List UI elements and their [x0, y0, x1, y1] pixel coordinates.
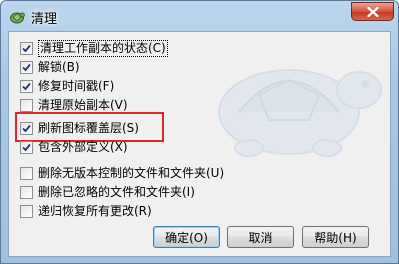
option-label: 删除已忽略的文件和文件夹(I) [38, 185, 195, 199]
checkbox[interactable] [20, 42, 33, 55]
option-delete-unversioned[interactable]: 删除无版本控制的文件和文件夹(U) [20, 165, 224, 182]
option-label: 包含外部定义(X) [38, 140, 128, 154]
option-label: 清理工作副本的状态(C) [38, 40, 168, 57]
close-icon [366, 6, 379, 17]
title-bar[interactable]: 清理 [1, 1, 398, 31]
highlight-annotation [15, 112, 164, 142]
checkbox[interactable] [20, 61, 33, 74]
checkmark-icon [22, 143, 31, 152]
ok-button[interactable]: 确定(O) [153, 226, 220, 248]
tortoise-watermark-icon [218, 69, 382, 157]
cleanup-dialog: 清理 清理工作副本的状态(C) 解锁(B) 修复时间戳(F) 清理原始副本(V)… [0, 0, 399, 264]
option-delete-ignored[interactable]: 删除已忽略的文件和文件夹(I) [20, 184, 195, 201]
option-label: 删除无版本控制的文件和文件夹(U) [38, 166, 225, 180]
checkbox[interactable] [20, 141, 33, 154]
checkmark-icon [22, 63, 31, 72]
option-unlock[interactable]: 解锁(B) [20, 59, 80, 76]
checkbox[interactable] [20, 186, 33, 199]
window-title: 清理 [31, 12, 58, 27]
cancel-button[interactable]: 取消 [227, 226, 294, 248]
checkbox[interactable] [20, 80, 33, 93]
option-cleanup-status[interactable]: 清理工作副本的状态(C) [20, 40, 168, 57]
close-button[interactable] [351, 2, 394, 21]
option-fix-timestamps[interactable]: 修复时间戳(F) [20, 78, 114, 95]
option-label: 解锁(B) [38, 60, 80, 74]
option-label: 清理原始副本(V) [38, 98, 128, 112]
checkbox[interactable] [20, 99, 33, 112]
checkbox[interactable] [20, 205, 33, 218]
option-label: 递归恢复所有更改(R) [38, 204, 152, 218]
option-label: 修复时间戳(F) [38, 79, 115, 93]
dialog-body: 清理工作副本的状态(C) 解锁(B) 修复时间戳(F) 清理原始副本(V) 刷新… [8, 31, 391, 257]
checkmark-icon [22, 44, 31, 53]
checkbox[interactable] [20, 167, 33, 180]
option-include-externals[interactable]: 包含外部定义(X) [20, 139, 128, 156]
tortoise-app-icon [9, 9, 25, 25]
checkmark-icon [22, 82, 31, 91]
option-revert-all[interactable]: 递归恢复所有更改(R) [20, 203, 152, 220]
help-button[interactable]: 帮助(H) [302, 226, 369, 248]
